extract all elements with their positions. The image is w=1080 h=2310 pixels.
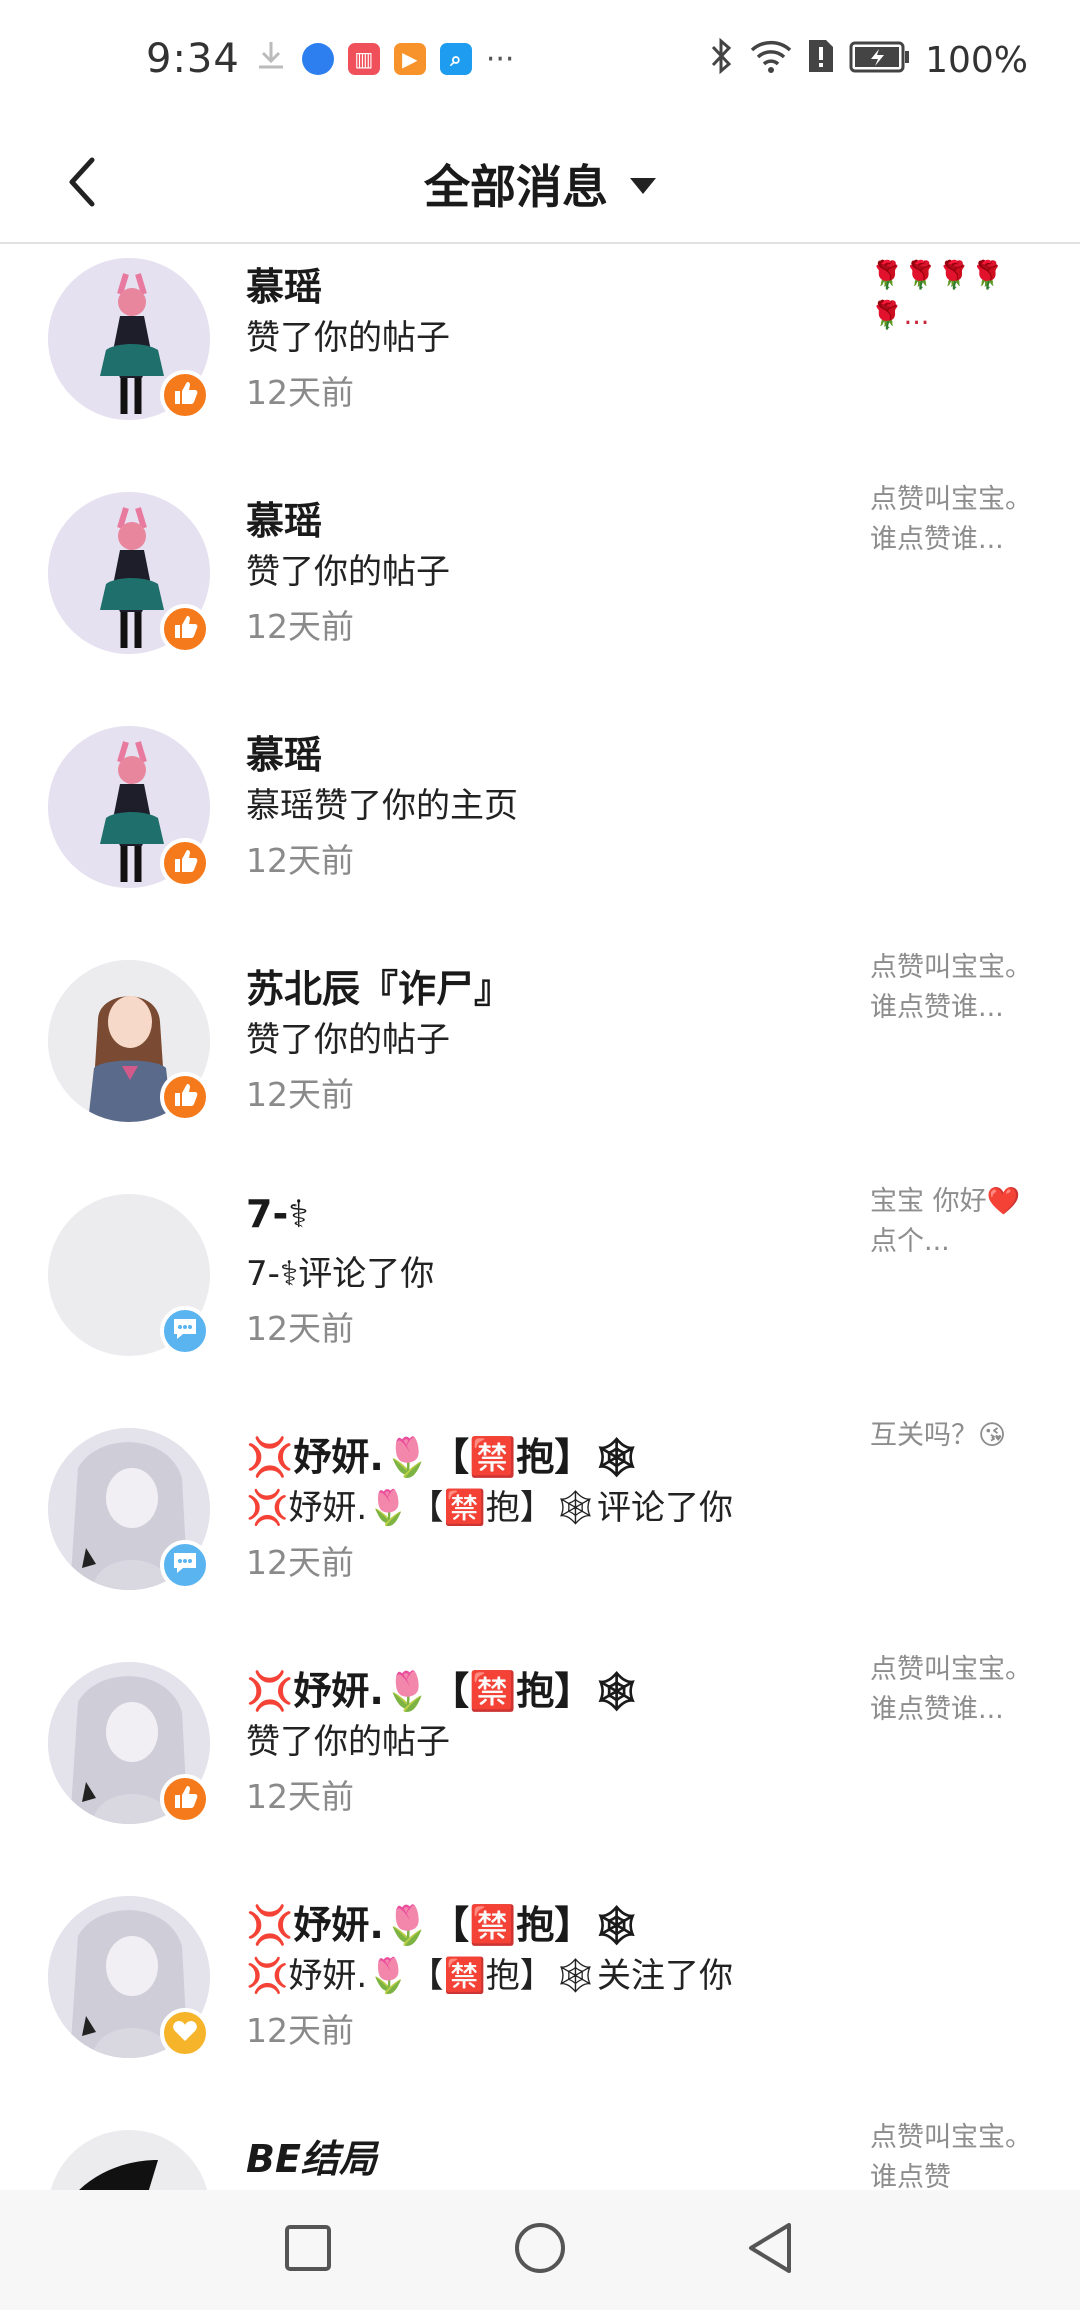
- sender-name[interactable]: 💢妤妍.🌷【🈲抱】🕸: [246, 1894, 641, 1949]
- avatar[interactable]: [48, 1428, 210, 1590]
- status-time: 9:34: [146, 36, 240, 82]
- message-action: 💢妤妍.🌷【🈲抱】🕸关注了你: [246, 1956, 733, 1996]
- page-title: 全部消息: [424, 160, 608, 214]
- bluetooth-icon: [707, 36, 735, 85]
- like-badge: [160, 370, 210, 420]
- wifi-icon: [749, 38, 793, 83]
- message-time: 12天前: [246, 2011, 354, 2050]
- post-preview[interactable]: 点赞叫宝宝。谁点赞谁...: [870, 1650, 1040, 1730]
- message-item[interactable]: 慕瑶 慕瑶赞了你的主页 12天前: [0, 714, 1080, 948]
- sender-name[interactable]: 苏北辰『诈尸』: [246, 958, 512, 1013]
- avatar-image: [48, 2130, 210, 2190]
- system-nav-bar: [0, 2190, 1080, 2310]
- sender-name[interactable]: BE结局: [246, 2128, 377, 2183]
- system-back-button[interactable]: [740, 2220, 800, 2280]
- like-badge: [160, 1774, 210, 1824]
- heart-icon: [172, 2019, 198, 2047]
- message-time: 12天前: [246, 607, 354, 646]
- like-badge: [160, 838, 210, 888]
- avatar[interactable]: [48, 960, 210, 1122]
- battery-icon: [849, 39, 911, 83]
- thumbs-up-icon: [172, 1082, 198, 1112]
- avatar[interactable]: [48, 726, 210, 888]
- like-badge: [160, 604, 210, 654]
- thumbs-up-icon: [172, 614, 198, 644]
- post-preview[interactable]: 点赞叫宝宝。谁点赞谁...: [870, 480, 1040, 560]
- more-notifications: ···: [485, 41, 515, 77]
- avatar[interactable]: [48, 1194, 210, 1356]
- sim-icon: [807, 38, 835, 83]
- avatar[interactable]: [48, 258, 210, 420]
- reader-icon: ▥: [347, 43, 380, 75]
- avatar[interactable]: [48, 492, 210, 654]
- sender-name[interactable]: 慕瑶: [246, 256, 322, 311]
- message-action: 慕瑶赞了你的主页: [246, 786, 518, 826]
- like-badge: [160, 1072, 210, 1122]
- sender-name[interactable]: 慕瑶: [246, 724, 322, 779]
- comment-icon: [171, 1550, 199, 1580]
- message-filter-dropdown[interactable]: 全部消息: [0, 144, 1080, 224]
- message-item[interactable]: 💢妤妍.🌷【🈲抱】🕸 💢妤妍.🌷【🈲抱】🕸评论了你 12天前 互关吗？😘: [0, 1416, 1080, 1650]
- thumbs-up-icon: [172, 848, 198, 878]
- avatar[interactable]: [48, 1896, 210, 2058]
- thumbs-up-icon: [172, 380, 198, 410]
- recents-button[interactable]: [278, 2220, 338, 2280]
- message-item[interactable]: 苏北辰『诈尸』 赞了你的帖子 12天前 点赞叫宝宝。谁点赞谁...: [0, 948, 1080, 1182]
- message-item[interactable]: 💢妤妍.🌷【🈲抱】🕸 赞了你的帖子 12天前 点赞叫宝宝。谁点赞谁...: [0, 1650, 1080, 1884]
- download-icon: [254, 37, 288, 81]
- message-time: 12天前: [246, 1543, 354, 1582]
- message-action: 赞了你的帖子: [246, 552, 450, 592]
- caret-down-icon: [630, 178, 656, 194]
- message-time: 12天前: [246, 373, 354, 412]
- thumbs-up-icon: [172, 1784, 198, 1814]
- header: 全部消息: [0, 120, 1080, 244]
- message-time: 12天前: [246, 841, 354, 880]
- search-app-icon: ⌕: [439, 43, 472, 75]
- browser-icon: [301, 43, 334, 75]
- message-time: 12天前: [246, 1777, 354, 1816]
- post-preview[interactable]: 点赞叫宝宝。谁点赞谁...: [870, 948, 1040, 1028]
- post-preview[interactable]: 🌹🌹🌹🌹🌹...: [870, 256, 1040, 336]
- status-bar: 9:34 ▥ ▶ ⌕ ··· 100%: [0, 0, 1080, 120]
- message-action: 赞了你的帖子: [246, 318, 450, 358]
- post-preview[interactable]: 点赞叫宝宝。谁点赞: [870, 2118, 1040, 2190]
- follow-badge: [160, 2008, 210, 2058]
- message-item[interactable]: 7-⚕ 7-⚕评论了你 12天前 宝宝 你好❤️点个...: [0, 1182, 1080, 1416]
- sender-name[interactable]: 慕瑶: [246, 490, 322, 545]
- comment-badge: [160, 1306, 210, 1356]
- sender-name[interactable]: 💢妤妍.🌷【🈲抱】🕸: [246, 1660, 641, 1715]
- status-right: 100%: [707, 36, 1028, 85]
- message-time: 12天前: [246, 1075, 354, 1114]
- message-item[interactable]: 慕瑶 赞了你的帖子 12天前 🌹🌹🌹🌹🌹...: [0, 246, 1080, 480]
- home-circle-icon: [513, 2221, 567, 2279]
- avatar[interactable]: [48, 1662, 210, 1824]
- message-time: 12天前: [246, 1309, 354, 1348]
- home-button[interactable]: [510, 2220, 570, 2280]
- back-triangle-icon: [745, 2221, 795, 2279]
- status-left: 9:34 ▥ ▶ ⌕ ···: [146, 36, 514, 82]
- comment-preview[interactable]: 宝宝 你好❤️点个...: [870, 1182, 1040, 1262]
- message-list[interactable]: 慕瑶 赞了你的帖子 12天前 🌹🌹🌹🌹🌹... 慕瑶 赞了你的帖子 12天前 点…: [0, 246, 1080, 2190]
- avatar[interactable]: [48, 2130, 210, 2190]
- recents-square-icon: [283, 2223, 333, 2277]
- message-action: 💢妤妍.🌷【🈲抱】🕸评论了你: [246, 1488, 733, 1528]
- comment-icon: [171, 1316, 199, 1346]
- comment-badge: [160, 1540, 210, 1590]
- message-item[interactable]: BE结局 点赞叫宝宝。谁点赞: [0, 2118, 1080, 2190]
- sender-name[interactable]: 💢妤妍.🌷【🈲抱】🕸: [246, 1426, 641, 1481]
- message-item[interactable]: 慕瑶 赞了你的帖子 12天前 点赞叫宝宝。谁点赞谁...: [0, 480, 1080, 714]
- message-action: 7-⚕评论了你: [246, 1254, 435, 1294]
- video-icon: ▶: [393, 43, 426, 75]
- sender-name[interactable]: 7-⚕: [246, 1192, 309, 1236]
- comment-preview[interactable]: 互关吗？😘: [870, 1416, 1040, 1456]
- message-action: 赞了你的帖子: [246, 1722, 450, 1762]
- message-item[interactable]: 💢妤妍.🌷【🈲抱】🕸 💢妤妍.🌷【🈲抱】🕸关注了你 12天前: [0, 1884, 1080, 2118]
- message-action: 赞了你的帖子: [246, 1020, 450, 1060]
- battery-percent: 100%: [925, 40, 1028, 81]
